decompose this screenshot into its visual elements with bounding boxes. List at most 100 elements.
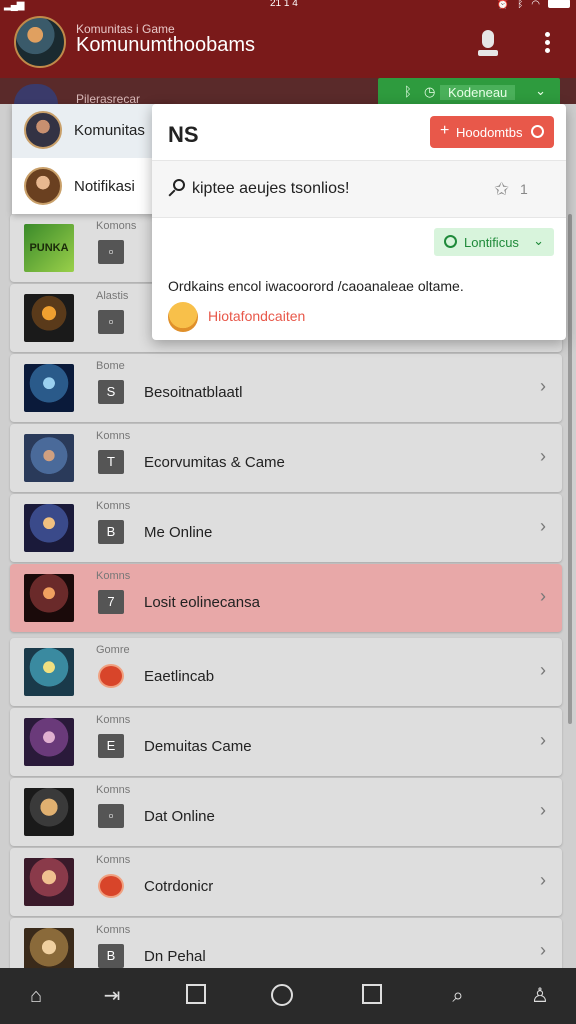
plus-icon: + bbox=[440, 122, 450, 139]
game-thumbnail bbox=[24, 648, 74, 696]
list-item-badge bbox=[98, 874, 124, 898]
status-pill[interactable]: Lontificus ⌄ bbox=[434, 228, 554, 256]
popup-title: NS bbox=[168, 122, 199, 147]
chevron-down-icon: ⌄ bbox=[533, 233, 544, 248]
bluetooth-icon: ᛒ bbox=[404, 84, 412, 99]
alarm-icon: ⏰ bbox=[496, 0, 510, 10]
game-thumbnail bbox=[24, 294, 74, 342]
app-bar: Komunitas i Game Komunumthoobams bbox=[0, 12, 576, 78]
clock-icon: ◷ bbox=[424, 84, 436, 99]
drawer-item-notifikasi[interactable]: Notifikasi bbox=[12, 160, 172, 214]
chevron-right-icon: › bbox=[540, 586, 546, 606]
chevron-down-icon: ⌄ bbox=[535, 83, 546, 98]
search-icon[interactable]: ⌕ bbox=[446, 984, 470, 1008]
list-item-badge: B bbox=[98, 520, 124, 544]
list-item-name: Besoitnatblaatl bbox=[144, 384, 243, 401]
circle-icon[interactable] bbox=[271, 984, 293, 1006]
list-item-name: Cotrdonicr bbox=[144, 878, 214, 895]
list-item-badge: ▫ bbox=[98, 310, 124, 334]
list-item-overline: Komns bbox=[96, 570, 131, 582]
list-item-overline: Bome bbox=[96, 360, 125, 372]
list-item-name: Eaetlincab bbox=[144, 668, 215, 685]
chevron-right-icon: › bbox=[540, 870, 546, 890]
popup-description: Ordkains encol iwacoorord /caoanaleae ol… bbox=[168, 278, 464, 294]
game-thumbnail bbox=[24, 364, 74, 412]
list-item-overline: Alastis bbox=[96, 290, 129, 302]
status-bar: ▂▄▆ 21 1 4 ⏰ ᛒ ◠ bbox=[0, 0, 576, 12]
drawer-item-label: Notifikasi bbox=[74, 178, 135, 195]
green-status-button[interactable]: ᛒ ◷ Kodeneau ⌄ bbox=[378, 78, 560, 106]
forward-icon[interactable]: ⇥ bbox=[100, 984, 124, 1008]
list-item-overline: Komns bbox=[96, 714, 131, 726]
popup-action-label: Hoodomtbs bbox=[456, 125, 523, 140]
microphone-icon[interactable] bbox=[478, 30, 498, 56]
list-item[interactable]: Komns Cotrdonicr › bbox=[10, 848, 562, 916]
list-item-name: Dn Pehal bbox=[144, 948, 206, 965]
square-icon[interactable] bbox=[362, 984, 382, 1004]
search-count: 1 bbox=[520, 181, 528, 197]
list-item-badge bbox=[98, 664, 124, 688]
list-item-badge: T bbox=[98, 450, 124, 474]
profile-icon[interactable]: ♙ bbox=[528, 984, 552, 1008]
signal-icon: ▂▄▆ bbox=[4, 0, 24, 11]
bluetooth-icon: ᛒ bbox=[517, 0, 524, 10]
list-item-name: Losit eolinecansa bbox=[144, 594, 260, 611]
chevron-right-icon: › bbox=[540, 516, 546, 536]
divider bbox=[152, 217, 566, 218]
list-item-overline: Komns bbox=[96, 430, 131, 442]
list-item-name: Ecorvumitas & Came bbox=[144, 454, 285, 471]
chevron-right-icon: › bbox=[540, 660, 546, 680]
game-avatar[interactable] bbox=[14, 16, 66, 68]
battery-icon bbox=[548, 0, 570, 8]
chevron-right-icon: › bbox=[540, 940, 546, 960]
list-item-highlighted[interactable]: Komns 7 Losit eolinecansa › bbox=[10, 564, 562, 632]
list-item-badge: S bbox=[98, 380, 124, 404]
chevron-right-icon: › bbox=[540, 446, 546, 466]
search-row[interactable]: kiptee aeujes tsonlios! ✩ 1 bbox=[152, 161, 566, 217]
list-item[interactable]: Gomre Eaetlincab › bbox=[10, 638, 562, 706]
bottom-nav: ⌂ ⇥ ⌕ ♙ bbox=[0, 968, 576, 1024]
warning-link[interactable]: Hiotafondcaiten bbox=[208, 308, 305, 324]
list-item-name: Me Online bbox=[144, 524, 213, 541]
list-item-badge: B bbox=[98, 944, 124, 968]
list-item-badge: ▫ bbox=[98, 804, 124, 828]
warning-face-icon bbox=[168, 302, 198, 332]
game-thumbnail bbox=[24, 858, 74, 906]
game-thumbnail bbox=[24, 788, 74, 836]
check-circle-icon bbox=[444, 235, 457, 248]
list-item-overline: Komns bbox=[96, 784, 131, 796]
list-item-name: Demuitas Came bbox=[144, 738, 252, 755]
side-drawer: Komunitas Notifikasi bbox=[12, 104, 172, 214]
list-scrollbar[interactable] bbox=[568, 214, 572, 724]
chevron-right-icon: › bbox=[540, 800, 546, 820]
list-item[interactable]: Komns ▫ Dat Online › bbox=[10, 778, 562, 846]
search-query[interactable]: kiptee aeujes tsonlios! bbox=[192, 180, 349, 198]
star-icon[interactable]: ✩ bbox=[494, 179, 509, 200]
more-options-icon[interactable] bbox=[540, 32, 554, 56]
game-thumbnail bbox=[24, 504, 74, 552]
wifi-icon: ◠ bbox=[531, 0, 540, 10]
loading-ring-icon bbox=[531, 125, 544, 138]
popup-card: NS + Hoodomtbs kiptee aeujes tsonlios! ✩… bbox=[152, 104, 566, 340]
list-item[interactable]: Bome S Besoitnatblaatl › bbox=[10, 354, 562, 422]
list-item-badge: E bbox=[98, 734, 124, 758]
chevron-right-icon: › bbox=[540, 376, 546, 396]
list-item[interactable]: Komns T Ecorvumitas & Came › bbox=[10, 424, 562, 492]
drawer-item-komunitas[interactable]: Komunitas bbox=[12, 104, 172, 158]
home-icon[interactable]: ⌂ bbox=[24, 984, 48, 1008]
list-item-badge: 7 bbox=[98, 590, 124, 614]
list-item-overline: Komns bbox=[96, 500, 131, 512]
chevron-right-icon: › bbox=[540, 730, 546, 750]
list-item[interactable]: Komns B Me Online › bbox=[10, 494, 562, 562]
list-item[interactable]: Komns E Demuitas Came › bbox=[10, 708, 562, 776]
app-title: Komunumthoobams bbox=[76, 34, 255, 56]
drawer-item-label: Komunitas bbox=[74, 122, 145, 139]
popup-action-button[interactable]: + Hoodomtbs bbox=[430, 116, 554, 148]
status-time: 21 1 4 bbox=[270, 0, 298, 9]
list-item-overline: Komons bbox=[96, 220, 137, 232]
list-item-overline: Komns bbox=[96, 854, 131, 866]
list-item-name: Dat Online bbox=[144, 808, 215, 825]
list-item-badge: ▫ bbox=[98, 240, 124, 264]
book-icon[interactable] bbox=[186, 984, 206, 1004]
status-pill-label: Lontificus bbox=[464, 235, 519, 250]
